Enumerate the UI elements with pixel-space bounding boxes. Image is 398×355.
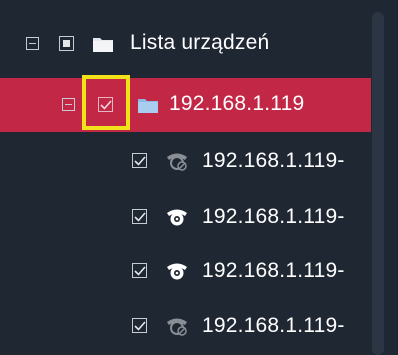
checkbox-checked[interactable] (132, 153, 147, 168)
checkbox-checked[interactable] (98, 97, 113, 112)
tree-node-label: Lista urządzeń (130, 31, 270, 54)
tree-node-label: 192.168.1.119- (202, 149, 345, 172)
checkbox-checked[interactable] (132, 209, 147, 224)
tree-node-camera[interactable]: 192.168.1.119- (0, 244, 371, 298)
check-icon (99, 99, 112, 110)
camera-online-icon (165, 261, 189, 281)
check-icon (133, 211, 146, 222)
tree-node-camera[interactable]: 192.168.1.119- (0, 135, 371, 189)
camera-online-icon (165, 207, 189, 227)
tree-node-label: 192.168.1.119- (202, 205, 345, 228)
check-icon (133, 155, 146, 166)
folder-icon (92, 35, 114, 53)
check-icon (133, 265, 146, 276)
tree-node-group[interactable]: 192.168.1.119 (0, 78, 371, 132)
folder-icon (137, 96, 159, 114)
collapse-toggle[interactable] (26, 37, 39, 50)
check-icon (133, 320, 146, 331)
camera-offline-icon (165, 151, 189, 171)
tri-state-checkbox[interactable] (59, 36, 74, 51)
tree-node-label: 192.168.1.119- (202, 259, 345, 282)
camera-offline-icon (165, 316, 189, 336)
collapse-toggle[interactable] (62, 98, 75, 111)
tree-node-camera[interactable]: 192.168.1.119- (0, 298, 371, 352)
checkbox-checked[interactable] (132, 318, 147, 333)
tree-node-device-list[interactable]: Lista urządzeń (0, 17, 370, 71)
vertical-scrollbar[interactable] (372, 12, 384, 355)
checkbox-checked[interactable] (132, 263, 147, 278)
tree-node-label: 192.168.1.119- (202, 314, 345, 337)
tree-node-camera[interactable]: 192.168.1.119- (0, 190, 371, 244)
device-tree: Lista urządzeń 192.168.1.119 192.168.1.1… (0, 0, 398, 355)
tree-node-label: 192.168.1.119 (169, 92, 305, 115)
